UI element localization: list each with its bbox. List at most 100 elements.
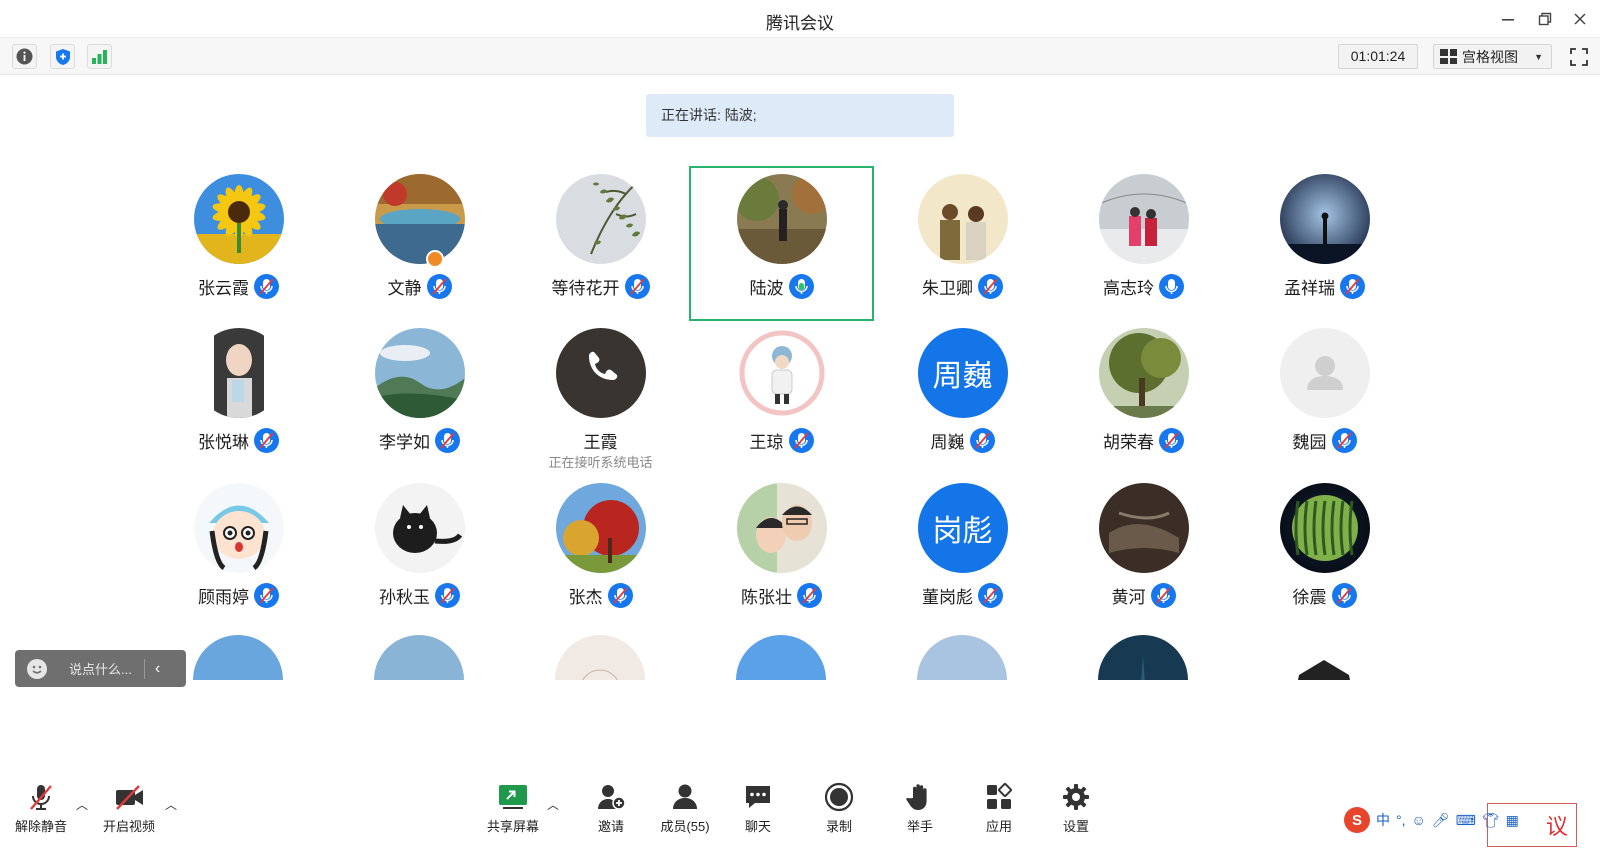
invite-icon [594, 780, 628, 814]
avatar [374, 483, 465, 573]
participant-name: 徐震 [1292, 588, 1327, 607]
participant-name: 张悦琳 [198, 433, 249, 452]
participant-name-row: 张悦琳 [146, 428, 331, 453]
sogou-logo-icon[interactable]: S [1344, 807, 1370, 833]
participant-tile[interactable]: 陆波 [689, 166, 874, 321]
apps-button[interactable]: 应用 [964, 780, 1034, 838]
start-video-button[interactable]: 开启视频 [94, 780, 164, 838]
participant-tile[interactable]: 孟祥瑞 [1232, 166, 1417, 321]
raise-hand-button[interactable]: 举手 [885, 780, 955, 838]
participant-tile[interactable]: 文静 [327, 166, 512, 321]
emoji-icon[interactable]: ☺ [1412, 812, 1426, 828]
hand-icon [903, 780, 937, 814]
participant-tile-partial[interactable] [736, 635, 826, 680]
participant-tile-partial[interactable] [193, 635, 283, 680]
toolbox-icon[interactable]: ▦ [1506, 812, 1519, 829]
unmute-label: 解除静音 [14, 819, 67, 834]
participant-tile[interactable]: 张杰 [508, 475, 693, 630]
info-icon[interactable] [12, 44, 37, 69]
participant-tile-partial[interactable] [555, 635, 645, 680]
window-title: 腾讯会议 [766, 14, 834, 33]
speaking-banner: 正在讲话: 陆波; [646, 94, 954, 137]
view-mode-select[interactable]: 宫格视图 ▼ [1433, 44, 1552, 69]
punctuation-icon[interactable]: °, [1396, 812, 1406, 828]
start-video-label: 开启视频 [102, 819, 155, 834]
participant-tile[interactable]: 周巍 周巍 [870, 320, 1055, 475]
skin-icon[interactable]: 👕︎ [1482, 812, 1500, 829]
audio-options-caret[interactable]: ︿ [76, 796, 88, 813]
participant-status: 正在接听系统电话 [548, 455, 653, 470]
participant-tile-partial[interactable] [1279, 635, 1369, 680]
members-label: 成员(55) [660, 819, 710, 834]
participant-name-row: 王琼 [689, 428, 874, 453]
participant-tile[interactable]: 李学如 [327, 320, 512, 475]
share-options-caret[interactable]: ︿ [547, 796, 559, 813]
video-options-caret[interactable]: ︿ [165, 796, 177, 813]
participant-name: 胡荣春 [1103, 433, 1154, 452]
participant-tile[interactable]: 胡荣春 [1051, 320, 1236, 475]
avatar [1279, 174, 1370, 264]
mic-muted-icon [607, 583, 633, 608]
participant-tile[interactable]: 高志玲 [1051, 166, 1236, 321]
grid-view-icon [1440, 49, 1457, 64]
participant-tile[interactable]: 魏园 [1232, 320, 1417, 475]
mic-muted-icon [254, 274, 279, 299]
participant-tile[interactable]: 陈张壮 [689, 475, 874, 630]
chat-button[interactable]: 聊天 [723, 780, 793, 838]
participant-name: 孙秋玉 [379, 588, 430, 607]
share-screen-button[interactable]: 共享屏幕 [478, 780, 548, 838]
participant-tile[interactable]: 徐震 [1232, 475, 1417, 630]
members-button[interactable]: 成员(55) [650, 780, 720, 838]
avatar [374, 328, 465, 418]
participant-tile-partial[interactable] [917, 635, 1007, 680]
mic-muted-icon [1159, 428, 1184, 453]
participant-tile[interactable]: 岗彪 董岗彪 [870, 475, 1055, 630]
participant-name: 王琼 [749, 433, 784, 452]
participant-tile[interactable]: 等待花开 [508, 166, 693, 321]
keyboard-icon[interactable]: ⌨ [1456, 812, 1476, 829]
participant-tile-partial[interactable] [1098, 635, 1188, 680]
participant-tile[interactable]: 黄河 [1051, 475, 1236, 630]
participant-name: 朱卫卿 [922, 279, 973, 298]
emoji-icon[interactable] [27, 658, 47, 679]
invite-button[interactable]: 邀请 [576, 780, 646, 838]
participant-tile[interactable]: 顾雨婷 [146, 475, 331, 630]
shield-icon[interactable] [50, 44, 75, 69]
participant-tile[interactable]: 王霞 正在接听系统电话 [508, 320, 693, 475]
participant-tile[interactable]: 张悦琳 [146, 320, 331, 475]
mic-speaking-icon [788, 274, 814, 299]
minimize-icon[interactable] [1496, 8, 1520, 30]
restore-icon[interactable] [1533, 8, 1557, 30]
mic-muted-icon [435, 583, 460, 608]
video-off-icon [112, 780, 146, 814]
close-icon[interactable] [1568, 8, 1592, 30]
mic-muted-icon [978, 583, 1003, 608]
avatar [1098, 174, 1189, 264]
participant-tile[interactable]: 朱卫卿 [870, 166, 1055, 321]
avatar [1098, 635, 1188, 680]
ime-toolbar[interactable]: S 中 °, ☺ 🎤︎ ⌨ 👕︎ ▦ [1344, 807, 1556, 833]
chevron-down-icon: ▼ [1534, 51, 1543, 62]
ime-language[interactable]: 中 [1376, 810, 1390, 830]
mic-muted-icon [978, 274, 1003, 299]
fullscreen-icon[interactable] [1566, 44, 1591, 69]
signal-icon[interactable] [87, 44, 112, 69]
avatar [555, 483, 646, 573]
participant-tile[interactable]: 张云霞 [146, 166, 331, 321]
avatar [374, 174, 465, 264]
mic-muted-icon [24, 780, 58, 814]
participant-tile[interactable]: 王琼 [689, 320, 874, 475]
voice-icon[interactable]: 🎤︎ [1432, 812, 1450, 829]
participant-tile-partial[interactable] [374, 635, 464, 680]
avatar [1279, 635, 1369, 680]
participant-name-row: 胡荣春 [1051, 428, 1236, 453]
mic-muted-icon [1150, 583, 1176, 608]
participant-name-row: 徐震 [1232, 583, 1417, 608]
record-button[interactable]: 录制 [804, 780, 874, 838]
participant-tile[interactable]: 孙秋玉 [327, 475, 512, 630]
chat-input-hint[interactable]: 说点什么... ‹ [15, 650, 186, 687]
participant-name-row: 魏园 [1232, 428, 1417, 453]
unmute-button[interactable]: 解除静音 [6, 780, 76, 838]
collapse-arrow-icon[interactable]: ‹ [155, 660, 160, 678]
settings-button[interactable]: 设置 [1041, 780, 1111, 838]
